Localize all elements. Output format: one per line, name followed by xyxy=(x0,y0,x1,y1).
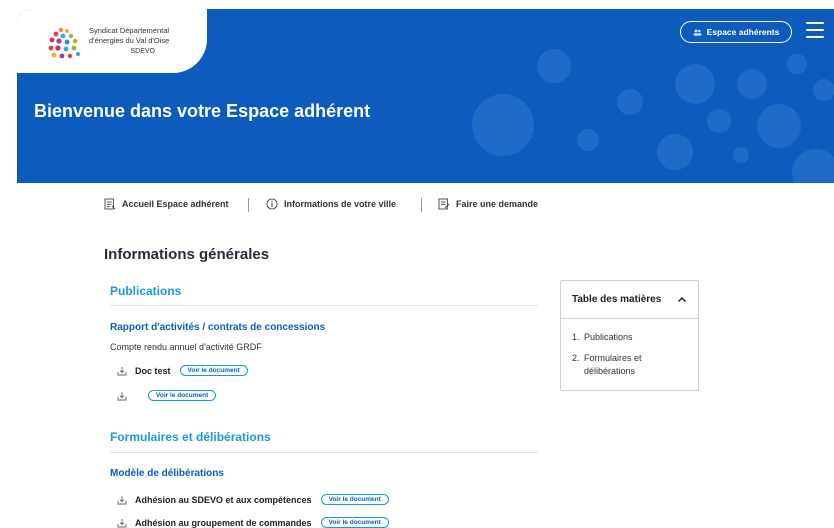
list-item: Adhésion au SDEVO et aux compétences Voi… xyxy=(117,494,389,505)
chevron-up-icon[interactable] xyxy=(677,296,687,303)
table-of-contents: Table des matières 1. Publications 2. Fo… xyxy=(560,280,699,391)
view-document-button[interactable]: Voir le document xyxy=(320,517,389,528)
info-icon xyxy=(266,198,278,210)
list-item: Adhésion au groupement de commandes Voir… xyxy=(117,517,389,528)
section-title: Informations générales xyxy=(104,246,270,263)
subnav-label: Faire une demande xyxy=(456,199,539,209)
forms-heading: Formulaires et délibérations xyxy=(110,430,271,444)
page-title: Bienvenue dans votre Espace adhérent xyxy=(34,101,371,121)
logo-card[interactable]: Syndicat Départemental d'énergies du Val… xyxy=(17,9,207,73)
decorative-bubble xyxy=(707,109,731,133)
decorative-bubble xyxy=(577,129,599,151)
member-space-button[interactable]: Espace adhérents xyxy=(680,21,792,43)
toc-header[interactable]: Table des matières xyxy=(561,281,698,319)
subnav-label: Informations de votre ville xyxy=(284,199,397,209)
document-icon xyxy=(104,198,116,210)
divider xyxy=(248,198,249,212)
decorative-bubble xyxy=(617,89,643,115)
decorative-bubble xyxy=(757,104,801,148)
decorative-bubble xyxy=(733,147,749,163)
subnav: Accueil Espace adhérent Informations de … xyxy=(0,196,834,216)
toc-list: 1. Publications 2. Formulaires et délibé… xyxy=(561,319,698,378)
subnav-item-request[interactable]: Faire une demande xyxy=(438,198,538,210)
decorative-bubble xyxy=(792,149,834,183)
document-name: Doc test xyxy=(135,365,171,376)
toc-item-forms[interactable]: 2. Formulaires et délibérations xyxy=(572,352,687,378)
download-icon xyxy=(117,495,127,504)
list-item: Doc test Voir le document xyxy=(117,365,248,376)
logo-line-2: d'énergies du Val d'Oise xyxy=(89,36,170,45)
decorative-bubble xyxy=(657,134,693,170)
list-item: Voir le document xyxy=(117,390,217,401)
decorative-bubble xyxy=(537,49,571,83)
toc-number: 2. xyxy=(572,353,580,363)
subnav-item-home[interactable]: Accueil Espace adhérent xyxy=(104,198,229,210)
subnav-item-city-info[interactable]: Informations de votre ville xyxy=(266,198,396,210)
subsection-heading: Modèle de délibérations xyxy=(110,468,224,479)
download-icon xyxy=(117,518,127,527)
view-document-button[interactable]: Voir le document xyxy=(320,494,389,505)
decorative-bubble xyxy=(787,54,807,74)
description-text: Compte rendu annuel d'activité GRDF xyxy=(110,342,262,352)
sdevo-logo-icon xyxy=(48,27,80,59)
member-button-label: Espace adhérents xyxy=(706,27,780,37)
decorative-bubble xyxy=(813,79,834,101)
toc-item-publications[interactable]: 1. Publications xyxy=(572,331,687,344)
view-document-button[interactable]: Voir le document xyxy=(179,365,248,376)
document-name: Adhésion au SDEVO et aux compétences xyxy=(135,494,312,505)
download-icon xyxy=(117,391,127,400)
decorative-bubble xyxy=(472,94,534,156)
decorative-bubble xyxy=(737,69,767,99)
toc-title: Table des matières xyxy=(572,294,662,305)
publications-heading: Publications xyxy=(110,284,182,298)
subnav-label: Accueil Espace adhérent xyxy=(122,199,229,209)
divider xyxy=(110,305,538,306)
divider xyxy=(110,452,538,453)
document-name: Adhésion au groupement de commandes xyxy=(135,517,312,528)
hamburger-menu-icon[interactable] xyxy=(806,22,824,38)
decorative-bubble xyxy=(675,64,715,104)
logo-text: Syndicat Départemental d'énergies du Val… xyxy=(89,26,169,57)
subsection-heading: Rapport d'activités / contrats de conces… xyxy=(110,322,326,333)
toc-number: 1. xyxy=(572,332,580,342)
logo-line-1: Syndicat Départemental xyxy=(89,26,170,35)
form-icon xyxy=(438,198,450,210)
toc-label: Formulaires et délibérations xyxy=(584,353,642,376)
logo-line-3: SDEVO xyxy=(130,48,155,55)
member-icon xyxy=(693,29,702,36)
download-icon xyxy=(117,366,127,375)
toc-label: Publications xyxy=(584,332,633,342)
divider xyxy=(421,198,422,212)
view-document-button[interactable]: Voir le document xyxy=(148,390,217,401)
